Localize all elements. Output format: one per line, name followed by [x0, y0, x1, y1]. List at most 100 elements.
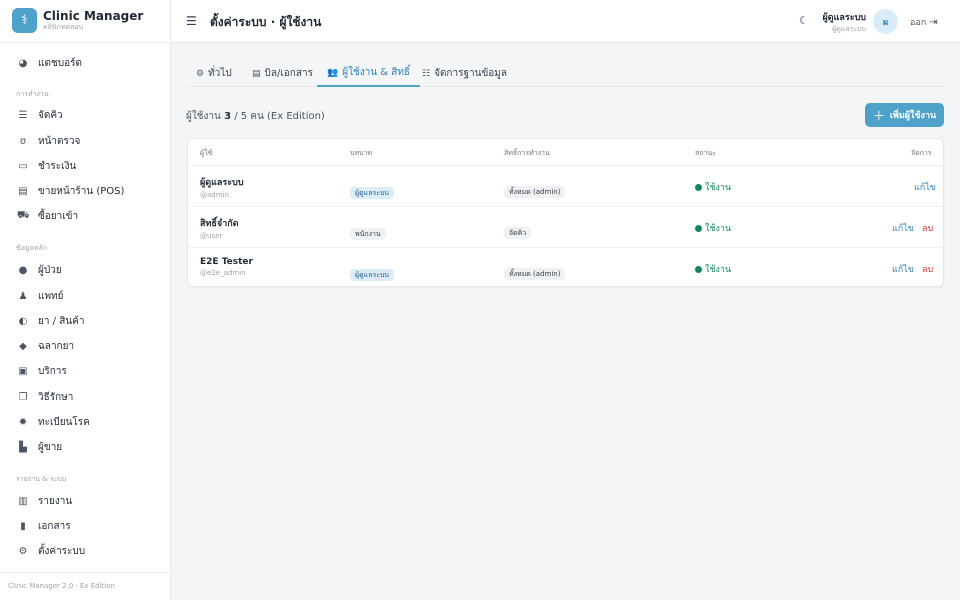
tag-icon: ◆	[19, 340, 27, 352]
top-header: ☰ ตั้งค่าระบบ · ผู้ใช้งาน ☾ ผู้ดูแลระบบ …	[171, 0, 960, 43]
sidebar-item-label: ตั้งค่าระบบ	[38, 545, 86, 557]
user-name: ผู้ดูแลระบบ	[822, 13, 866, 23]
sidebar-item-label: ฉลากยา	[38, 340, 75, 352]
status-label: ใช้งาน	[705, 224, 732, 234]
tab-billing[interactable]: ▤ บิล/เอกสาร	[242, 60, 323, 87]
column-header: สิทธิ์การทำงาน	[504, 149, 550, 157]
credit-card-icon: ▭	[18, 160, 28, 172]
sidebar-section-work: การทำงาน	[16, 90, 49, 98]
user-icon: ●	[18, 264, 28, 276]
user-handle: @e2e_admin	[200, 269, 246, 277]
tab-users[interactable]: 👥 ผู้ใช้งาน & สิทธิ์	[317, 60, 421, 87]
users-icon: 👥	[327, 67, 339, 78]
sidebar-footer: Clinic Manager 2.0 · Ex Edition	[8, 582, 115, 590]
status-badge: ใช้งาน	[695, 262, 731, 276]
avatar[interactable]: ผ	[873, 9, 898, 34]
virus-icon: ✹	[18, 416, 28, 428]
sidebar-item-drugs[interactable]: ◐ ยา / สินค้า	[17, 313, 85, 329]
sidebar: ⚕ Clinic Manager คลินิกทดสอบ ◕ แดชบอร์ด …	[0, 0, 171, 600]
sidebar-item-label: แพทย์	[38, 290, 64, 302]
sidebar-item-payment[interactable]: ▭ ชำระเงิน	[17, 158, 76, 174]
sidebar-item-label: ชำระเงิน	[38, 160, 77, 172]
status-badge: ใช้งาน	[695, 221, 731, 235]
status-label: ใช้งาน	[705, 265, 732, 275]
copy-icon: ❐	[18, 391, 28, 403]
sign-out-icon: ⇥	[929, 16, 938, 28]
moon-icon[interactable]: ☾	[799, 14, 809, 27]
edit-button[interactable]: แก้ไข	[892, 262, 914, 276]
table-row: ผู้ดูแลระบบ @admin ผู้ดูแลระบบ ทั้งหมด (…	[188, 166, 943, 207]
sidebar-item-services[interactable]: ▣ บริการ	[17, 363, 67, 379]
sidebar-item-queue[interactable]: ☰ จัดคิว	[17, 107, 63, 123]
column-header: ผู้ใช้	[200, 149, 213, 157]
role-badge: พนักงาน	[350, 228, 386, 240]
status-badge: ใช้งาน	[695, 180, 731, 194]
briefcase-medical-icon: ▣	[18, 365, 28, 377]
sidebar-item-label: หน้าตรวจ	[38, 135, 81, 147]
sidebar-item-label: แดชบอร์ด	[38, 57, 82, 69]
queue-list-icon: ☰	[18, 109, 28, 121]
table-row: E2E Tester @e2e_admin ผู้ดูแลระบบ ทั้งหม…	[188, 248, 943, 289]
file-icon: ▮	[20, 520, 26, 532]
sidebar-item-patients[interactable]: ● ผู้ป่วย	[17, 262, 62, 278]
permission-badge: ทั้งหมด (admin)	[504, 186, 566, 198]
tab-database[interactable]: ☷ จัดการฐานข้อมูล	[412, 60, 517, 87]
user-count-prefix: ผู้ใช้งาน	[186, 111, 221, 122]
sidebar-item-reports[interactable]: ▥ รายงาน	[17, 493, 72, 509]
user-info: ผู้ดูแลระบบ ผู้ดูแลระบบ	[821, 10, 866, 35]
brand-title: Clinic Manager	[43, 9, 144, 23]
sidebar-item-label: วิธีรักษา	[38, 391, 74, 403]
user-name: E2E Tester	[200, 257, 253, 267]
truck-icon: ⛟	[17, 209, 30, 221]
tab-label: จัดการฐานข้อมูล	[434, 68, 508, 79]
dashboard-icon: ◕	[18, 57, 28, 69]
sidebar-item-diseases[interactable]: ✹ ทะเบียนโรค	[17, 414, 90, 430]
sidebar-item-label: จัดคิว	[38, 109, 63, 121]
hamburger-menu-icon[interactable]: ☰	[186, 14, 197, 28]
stethoscope-icon: ʊ	[19, 135, 27, 147]
cash-register-icon: ▤	[18, 185, 28, 197]
user-handle: @user	[200, 232, 223, 240]
gear-icon: ⚙	[18, 545, 28, 557]
user-count-limit: / 5 คน (Ex Edition)	[234, 111, 325, 122]
sidebar-item-label: รายงาน	[38, 495, 73, 507]
delete-button[interactable]: ลบ	[922, 221, 933, 235]
user-role: ผู้ดูแลระบบ	[832, 25, 866, 33]
sidebar-item-purchase[interactable]: ⛟ ซื้อยาเข้า	[17, 208, 78, 224]
sidebar-item-label: ยา / สินค้า	[38, 315, 85, 327]
tab-label: ผู้ใช้งาน & สิทธิ์	[342, 67, 411, 78]
sidebar-item-vendors[interactable]: ▙ ผู้ขาย	[17, 439, 62, 455]
logout-button[interactable]: ออก ⇥	[910, 15, 938, 29]
page-title: ตั้งค่าระบบ · ผู้ใช้งาน	[210, 15, 322, 29]
sidebar-item-doctors[interactable]: ♟ แพทย์	[17, 288, 64, 304]
pills-icon: ◐	[18, 315, 28, 327]
delete-button[interactable]: ลบ	[922, 262, 933, 276]
user-count: ผู้ใช้งาน 3 / 5 คน (Ex Edition)	[186, 109, 325, 124]
logout-label: ออก	[910, 18, 927, 28]
sidebar-section-system: รายงาน & ระบบ	[16, 475, 67, 483]
sidebar-item-label: ทะเบียนโรค	[38, 416, 90, 428]
sidebar-item-label: ขายหน้าร้าน (POS)	[38, 185, 125, 197]
tab-general[interactable]: ⚙ ทั่วไป	[186, 60, 242, 87]
user-handle: @admin	[200, 191, 229, 199]
sidebar-item-documents[interactable]: ▮ เอกสาร	[17, 518, 71, 534]
sidebar-item-label: เอกสาร	[38, 520, 71, 532]
role-badge: ผู้ดูแลระบบ	[350, 187, 394, 199]
table-header: ผู้ใช้ บทบาท สิทธิ์การทำงาน สถานะ จัดการ	[188, 139, 943, 166]
chart-icon: ▥	[18, 495, 28, 507]
sidebar-item-dashboard[interactable]: ◕ แดชบอร์ด	[17, 55, 82, 71]
sidebar-item-pos[interactable]: ▤ ขายหน้าร้าน (POS)	[17, 183, 124, 199]
status-dot-icon	[695, 224, 702, 232]
edit-button[interactable]: แก้ไข	[892, 221, 914, 235]
users-table: ผู้ใช้ บทบาท สิทธิ์การทำงาน สถานะ จัดการ…	[187, 138, 944, 287]
sidebar-section-master: ข้อมูลหลัก	[16, 244, 48, 252]
database-icon: ☷	[422, 68, 431, 79]
sidebar-item-settings[interactable]: ⚙ ตั้งค่าระบบ	[17, 543, 86, 559]
sidebar-item-labels[interactable]: ◆ ฉลากยา	[17, 338, 74, 354]
sidebar-item-treatments[interactable]: ❐ วิธีรักษา	[17, 389, 74, 405]
sidebar-item-exam[interactable]: ʊ หน้าตรวจ	[17, 133, 80, 149]
edit-button[interactable]: แก้ไข	[914, 180, 936, 194]
add-user-button[interactable]: ＋ เพิ่มผู้ใช้งาน	[865, 103, 944, 127]
gear-icon: ⚙	[196, 68, 205, 79]
brand[interactable]: ⚕ Clinic Manager คลินิกทดสอบ	[12, 8, 143, 33]
